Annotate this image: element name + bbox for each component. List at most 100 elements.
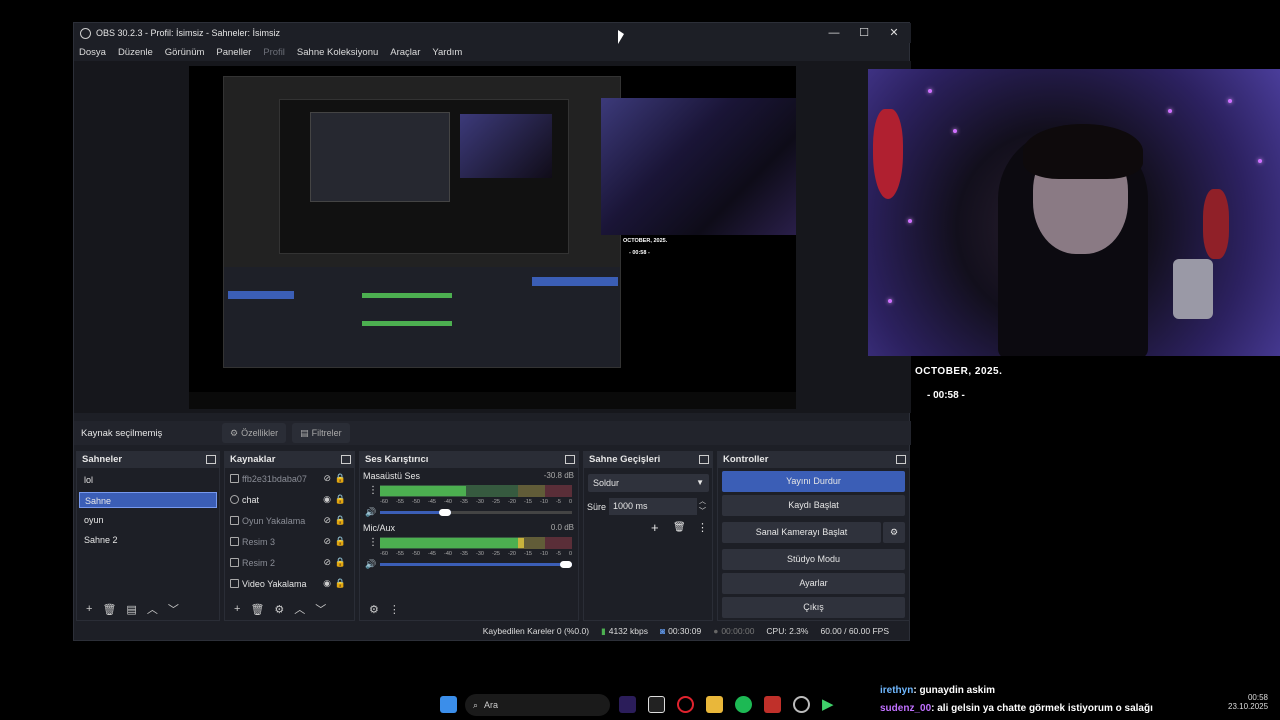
menu-duzenle[interactable]: Düzenle <box>118 47 153 58</box>
source-item[interactable]: Oyun Yakalama ⊘ 🔒 <box>225 510 354 531</box>
preview-area[interactable]: OCTOBER, 2025. - 00:58 - <box>74 61 911 413</box>
lock-icon[interactable]: 🔒 <box>335 557 346 568</box>
eye-icon[interactable]: ◉ <box>323 578 331 589</box>
add-source-icon[interactable]: + <box>234 603 240 615</box>
menu-dosya[interactable]: Dosya <box>79 47 106 58</box>
close-button[interactable]: ✕ <box>879 25 909 41</box>
virtual-camera-settings-icon[interactable]: ⚙ <box>883 522 905 543</box>
eye-hidden-icon[interactable]: ⊘ <box>323 473 331 484</box>
system-clock[interactable]: 00:58 23.10.2025 <box>1228 693 1268 711</box>
gear-icon: ⚙ <box>230 427 239 438</box>
channel-menu-icon[interactable]: ⋮ <box>368 485 378 496</box>
lock-icon[interactable]: 🔒 <box>335 536 346 547</box>
menu-gorunum[interactable]: Görünüm <box>165 47 205 58</box>
remove-transition-icon[interactable]: 🗑 <box>673 522 686 533</box>
menu-araclar[interactable]: Araçlar <box>390 47 420 58</box>
add-transition-icon[interactable]: + <box>651 520 659 535</box>
maximize-button[interactable]: ☐ <box>849 25 879 41</box>
move-down-icon[interactable]: ﹀ <box>315 601 326 617</box>
duration-label: Süre <box>587 502 607 512</box>
title-bar[interactable]: OBS 30.2.3 - Profil: İsimsiz - Sahneler:… <box>74 23 911 43</box>
undock-icon[interactable] <box>565 455 575 464</box>
undock-icon[interactable] <box>699 455 709 464</box>
spotify-icon[interactable] <box>735 696 752 713</box>
windows-start-icon[interactable] <box>440 696 457 713</box>
taskbar-search[interactable]: ⌕ Ara <box>465 694 610 716</box>
meter-ticks: -60 -55 -50 -45 -40 -35 -30 -25 -20 -15 -10 -5 0 <box>380 551 572 557</box>
file-explorer-icon[interactable] <box>706 696 723 713</box>
menu-paneller[interactable]: Paneller <box>216 47 251 58</box>
move-up-icon[interactable]: ︿ <box>147 601 158 617</box>
lock-icon[interactable]: 🔒 <box>335 473 346 484</box>
meter-level <box>380 486 467 496</box>
filters-button[interactable]: ▤ Filtreler <box>292 423 350 443</box>
preview-canvas[interactable]: OCTOBER, 2025. - 00:58 - <box>189 66 796 409</box>
volume-knob[interactable] <box>560 561 572 568</box>
menu-profil[interactable]: Profil <box>263 47 285 58</box>
menu-yardim[interactable]: Yardım <box>432 47 462 58</box>
lock-icon[interactable]: 🔒 <box>335 515 346 526</box>
undock-icon[interactable] <box>206 455 216 464</box>
obs-icon[interactable] <box>793 696 810 713</box>
capcut-icon[interactable] <box>648 696 665 713</box>
eye-hidden-icon[interactable]: ⊘ <box>323 536 331 547</box>
transitions-dock: Sahne Geçişleri Soldur ▼ Süre 1000 ms ︿ … <box>583 451 713 621</box>
scene-item-lol[interactable]: lol <box>79 472 217 488</box>
add-scene-icon[interactable]: + <box>86 603 92 615</box>
image-icon <box>230 558 239 567</box>
stepper-down-icon[interactable]: ﹀ <box>699 506 706 516</box>
opera-icon[interactable] <box>677 696 694 713</box>
studio-mode-button[interactable]: Stüdyo Modu <box>722 549 905 570</box>
audio-mixer-dock: Ses Karıştırıcı Masaüstü Ses -30.8 dB ⋮ … <box>359 451 579 621</box>
meter-level <box>518 538 524 548</box>
undock-icon[interactable] <box>896 455 906 464</box>
eye-icon[interactable]: ◉ <box>323 494 331 505</box>
stepper-up-icon[interactable]: ︿ <box>699 496 706 506</box>
lock-icon[interactable]: 🔒 <box>335 494 346 505</box>
properties-button[interactable]: ⚙ Özellikler <box>222 423 287 443</box>
source-item[interactable]: Resim 3 ⊘ 🔒 <box>225 531 354 552</box>
source-settings-icon[interactable]: ⚙ <box>274 603 284 616</box>
fairy-light <box>1168 109 1172 113</box>
advanced-audio-icon[interactable]: ⚙ <box>369 603 379 616</box>
remove-source-icon[interactable]: 🗑 <box>250 603 264 616</box>
channel-db: -30.8 dB <box>543 471 574 480</box>
speaker-icon[interactable]: 🔊 <box>365 559 376 570</box>
volume-meter <box>380 485 572 497</box>
settings-button[interactable]: Ayarlar <box>722 573 905 594</box>
move-up-icon[interactable]: ︿ <box>294 601 305 617</box>
speaker-icon[interactable]: 🔊 <box>365 507 376 518</box>
app-icon[interactable] <box>764 696 781 713</box>
start-recording-button[interactable]: Kaydı Başlat <box>722 495 905 516</box>
stop-stream-button[interactable]: Yayını Durdur <box>722 471 905 492</box>
menu-sahne-koleksiyonu[interactable]: Sahne Koleksiyonu <box>297 47 378 58</box>
eye-hidden-icon[interactable]: ⊘ <box>323 557 331 568</box>
duration-input[interactable]: 1000 ms <box>609 498 697 515</box>
undock-icon[interactable] <box>341 455 351 464</box>
lock-icon[interactable]: 🔒 <box>335 578 346 589</box>
premiere-icon[interactable] <box>619 696 636 713</box>
source-item[interactable]: Resim 2 ⊘ 🔒 <box>225 552 354 573</box>
scene-item-oyun[interactable]: oyun <box>79 512 217 528</box>
transition-select[interactable]: Soldur ▼ <box>588 474 709 492</box>
transition-menu-icon[interactable]: ⋮ <box>697 521 708 534</box>
channel-menu-icon[interactable]: ⋮ <box>368 537 378 548</box>
scene-item-sahne-2[interactable]: Sahne 2 <box>79 532 217 548</box>
exit-button[interactable]: Çıkış <box>722 597 905 618</box>
start-virtual-camera-button[interactable]: Sanal Kamerayı Başlat <box>722 522 881 543</box>
play-icon[interactable]: ▶ <box>822 696 839 713</box>
dropped-frames: Kaybedilen Kareler 0 (%0.0) <box>482 626 590 636</box>
scene-filters-icon[interactable]: ▤ <box>126 603 136 616</box>
volume-knob[interactable] <box>439 509 452 516</box>
minimize-button[interactable]: — <box>819 25 849 41</box>
source-item[interactable]: chat ◉ 🔒 <box>225 489 354 510</box>
move-down-icon[interactable]: ﹀ <box>168 601 179 617</box>
eye-hidden-icon[interactable]: ⊘ <box>323 515 331 526</box>
source-item[interactable]: Video Yakalama ◉ 🔒 <box>225 573 354 594</box>
stream-time: 00:30:09 <box>668 626 702 636</box>
window-title: OBS 30.2.3 - Profil: İsimsiz - Sahneler:… <box>96 28 281 38</box>
scene-item-sahne[interactable]: Sahne <box>79 492 217 508</box>
source-item[interactable]: ffb2e31bdaba07 ⊘ 🔒 <box>225 468 354 489</box>
mixer-menu-icon[interactable]: ⋮ <box>389 603 400 616</box>
remove-scene-icon[interactable]: 🗑 <box>102 603 116 616</box>
